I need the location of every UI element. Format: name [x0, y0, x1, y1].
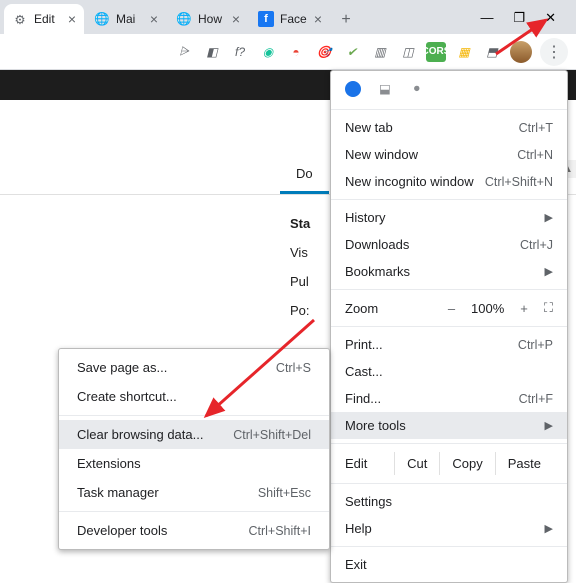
- tab-label: Mai: [116, 12, 144, 26]
- submenu-task-manager[interactable]: Task managerShift+Esc: [59, 478, 329, 507]
- browser-toolbar: ⩥ ◧ f? ◉ ◓ 🎯 ✔ ▥ ◫ CORS ▦ ⬒ ⋮: [0, 34, 576, 70]
- tab-strip: ⚙ Edit × 🌐 Mai × 🌐 How × f Face × + — ❐ …: [0, 0, 576, 34]
- chevron-right-icon: ▶: [545, 419, 553, 432]
- translate-icon[interactable]: ⩥: [174, 42, 194, 62]
- zoom-value: 100%: [471, 301, 504, 316]
- close-icon[interactable]: ×: [68, 12, 76, 26]
- tab-document[interactable]: Do: [280, 154, 329, 194]
- tab-edit[interactable]: ⚙ Edit ×: [4, 4, 84, 34]
- menu-more-tools[interactable]: More tools▶: [331, 412, 567, 439]
- tab-label: Edit: [34, 12, 62, 26]
- globe-icon: 🌐: [94, 11, 110, 27]
- menu-bookmarks[interactable]: Bookmarks▶: [331, 258, 567, 285]
- menu-settings[interactable]: Settings: [331, 488, 567, 515]
- tab-facebook[interactable]: f Face ×: [250, 4, 330, 34]
- menu-new-window[interactable]: New windowCtrl+N: [331, 141, 567, 168]
- new-tab-button[interactable]: +: [332, 6, 360, 34]
- menu-zoom: Zoom – 100% + ⛶: [331, 294, 567, 322]
- window-controls: — ❐ ✕: [480, 10, 572, 34]
- maximize-icon[interactable]: ❐: [513, 10, 525, 26]
- zoom-in-button[interactable]: +: [514, 301, 534, 316]
- extension-icon[interactable]: ◓: [286, 42, 306, 62]
- cors-icon[interactable]: CORS: [426, 42, 446, 62]
- tab-label: How: [198, 12, 226, 26]
- avatar[interactable]: [510, 41, 532, 63]
- submenu-clear-browsing-data[interactable]: Clear browsing data...Ctrl+Shift+Del: [59, 420, 329, 449]
- menu-incognito[interactable]: New incognito windowCtrl+Shift+N: [331, 168, 567, 195]
- extension-icon[interactable]: ⬒: [482, 42, 502, 62]
- extension-icon[interactable]: ◫: [398, 42, 418, 62]
- tab-how[interactable]: 🌐 How ×: [168, 4, 248, 34]
- zoom-label: Zoom: [345, 301, 432, 316]
- zoom-out-button[interactable]: –: [442, 301, 461, 316]
- edit-label: Edit: [345, 456, 394, 471]
- menu-exit[interactable]: Exit: [331, 551, 567, 578]
- gear-icon: ⚙: [12, 11, 28, 27]
- extension-icon[interactable]: 🎯: [314, 42, 334, 62]
- menu-cast[interactable]: Cast...: [331, 358, 567, 385]
- tab-manager-icon[interactable]: [345, 81, 361, 97]
- grammarly-icon[interactable]: ◉: [258, 42, 278, 62]
- menu-downloads[interactable]: DownloadsCtrl+J: [331, 231, 567, 258]
- extension-icon[interactable]: ▥: [370, 42, 390, 62]
- more-tools-submenu: Save page as...Ctrl+S Create shortcut...…: [58, 348, 330, 550]
- menu-history[interactable]: History▶: [331, 204, 567, 231]
- kebab-menu-icon[interactable]: ⋮: [540, 38, 568, 66]
- submenu-create-shortcut[interactable]: Create shortcut...: [59, 382, 329, 411]
- chrome-main-menu: ⬓ ● New tabCtrl+T New windowCtrl+N New i…: [330, 70, 568, 583]
- extension-icon[interactable]: ▦: [454, 42, 474, 62]
- globe-icon: 🌐: [176, 11, 192, 27]
- f-question-icon[interactable]: f?: [230, 42, 250, 62]
- cut-button[interactable]: Cut: [394, 452, 439, 475]
- chevron-right-icon: ▶: [545, 522, 553, 535]
- copy-button[interactable]: Copy: [439, 452, 494, 475]
- tab-label: Face: [280, 12, 308, 26]
- extension-icon[interactable]: ✔: [342, 42, 362, 62]
- close-window-icon[interactable]: ✕: [545, 10, 556, 26]
- close-icon[interactable]: ×: [232, 12, 240, 26]
- chevron-right-icon: ▶: [545, 211, 553, 224]
- facebook-icon: f: [258, 11, 274, 27]
- tab-main[interactable]: 🌐 Mai ×: [86, 4, 166, 34]
- submenu-extensions[interactable]: Extensions: [59, 449, 329, 478]
- minimize-icon[interactable]: —: [480, 10, 493, 26]
- menu-icon-row: ⬓ ●: [331, 75, 567, 105]
- submenu-save-page[interactable]: Save page as...Ctrl+S: [59, 353, 329, 382]
- window-icon[interactable]: ⬓: [379, 81, 395, 97]
- menu-find[interactable]: Find...Ctrl+F: [331, 385, 567, 412]
- paste-button[interactable]: Paste: [495, 452, 553, 475]
- close-icon[interactable]: ×: [150, 12, 158, 26]
- extension-icon[interactable]: ◧: [202, 42, 222, 62]
- menu-edit-row: Edit Cut Copy Paste: [331, 448, 567, 479]
- chevron-right-icon: ▶: [545, 265, 553, 278]
- incognito-icon[interactable]: ●: [413, 81, 429, 97]
- menu-print[interactable]: Print...Ctrl+P: [331, 331, 567, 358]
- menu-new-tab[interactable]: New tabCtrl+T: [331, 114, 567, 141]
- close-icon[interactable]: ×: [314, 12, 322, 26]
- fullscreen-icon[interactable]: ⛶: [544, 300, 553, 316]
- submenu-developer-tools[interactable]: Developer toolsCtrl+Shift+I: [59, 516, 329, 545]
